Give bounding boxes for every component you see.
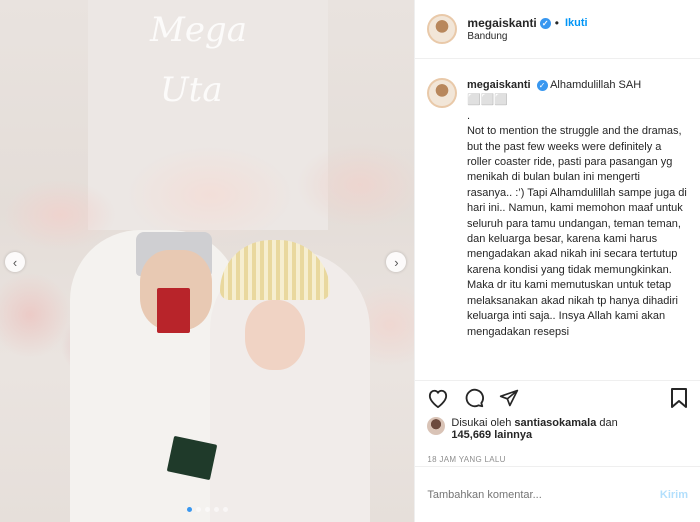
chevron-left-icon: ‹ <box>12 254 18 270</box>
separator-dot: • <box>554 16 559 30</box>
comment-input[interactable] <box>427 488 660 501</box>
bride-face <box>245 300 305 370</box>
avatar[interactable] <box>427 14 458 44</box>
verified-icon: ✓ <box>539 17 551 29</box>
follow-button[interactable]: Ikuti <box>565 17 588 29</box>
heart-icon[interactable] <box>427 388 449 408</box>
location-link[interactable]: Bandung <box>467 31 587 42</box>
post-comment-button[interactable]: Kirim <box>660 489 688 501</box>
carousel-dot <box>195 507 201 512</box>
carousel-dot <box>186 507 192 512</box>
likes-count[interactable]: 145,669 <box>451 429 491 441</box>
script-name-top: Mega <box>150 10 247 50</box>
carousel-dots <box>0 507 414 512</box>
avatar[interactable] <box>427 417 446 435</box>
prev-arrow-button[interactable]: ‹ <box>5 252 25 272</box>
likes-suffix[interactable]: lainnya <box>494 429 532 441</box>
liker-username[interactable]: santiasokamala <box>514 417 596 429</box>
header-username[interactable]: megaiskanti <box>467 16 536 30</box>
action-bar: Disukai oleh santiasokamala dan 145,669 … <box>415 380 700 464</box>
chevron-right-icon: › <box>394 254 399 270</box>
comment-icon[interactable] <box>463 387 485 409</box>
carousel-dot <box>204 507 210 512</box>
caption-comment: megaiskanti ✓ Alhamdulillah SAH ⬜⬜⬜ . No… <box>427 78 688 340</box>
post-header: megaiskanti ✓ • Ikuti Bandung <box>415 0 700 59</box>
post-timestamp[interactable]: 18 JAM YANG LALU <box>427 455 688 464</box>
instagram-post: Mega Uta ‹ › megaiskanti ✓ • Ikuti Bandu… <box>0 0 700 522</box>
likes-summary: Disukai oleh santiasokamala dan 145,669 … <box>427 417 688 441</box>
bookmark-icon[interactable] <box>670 387 688 409</box>
likes-prefix: Disukai oleh <box>451 417 512 429</box>
likes-connector: dan <box>599 417 618 429</box>
caption-text: Alhamdulillah SAH ⬜⬜⬜ . Not to mention t… <box>466 79 687 338</box>
verified-icon: ✓ <box>536 80 548 91</box>
marriage-book-red <box>157 288 190 333</box>
carousel-dot <box>213 507 219 512</box>
post-sidebar: megaiskanti ✓ • Ikuti Bandung megaiskant… <box>414 0 700 522</box>
comment-form: Kirim <box>415 466 700 522</box>
caption-username[interactable]: megaiskanti <box>467 79 531 91</box>
avatar[interactable] <box>427 78 457 108</box>
carousel-dot <box>222 507 228 512</box>
comments-area[interactable]: megaiskanti ✓ Alhamdulillah SAH ⬜⬜⬜ . No… <box>415 60 700 380</box>
share-icon[interactable] <box>499 388 519 408</box>
post-photo[interactable]: Mega Uta ‹ › <box>0 0 415 522</box>
